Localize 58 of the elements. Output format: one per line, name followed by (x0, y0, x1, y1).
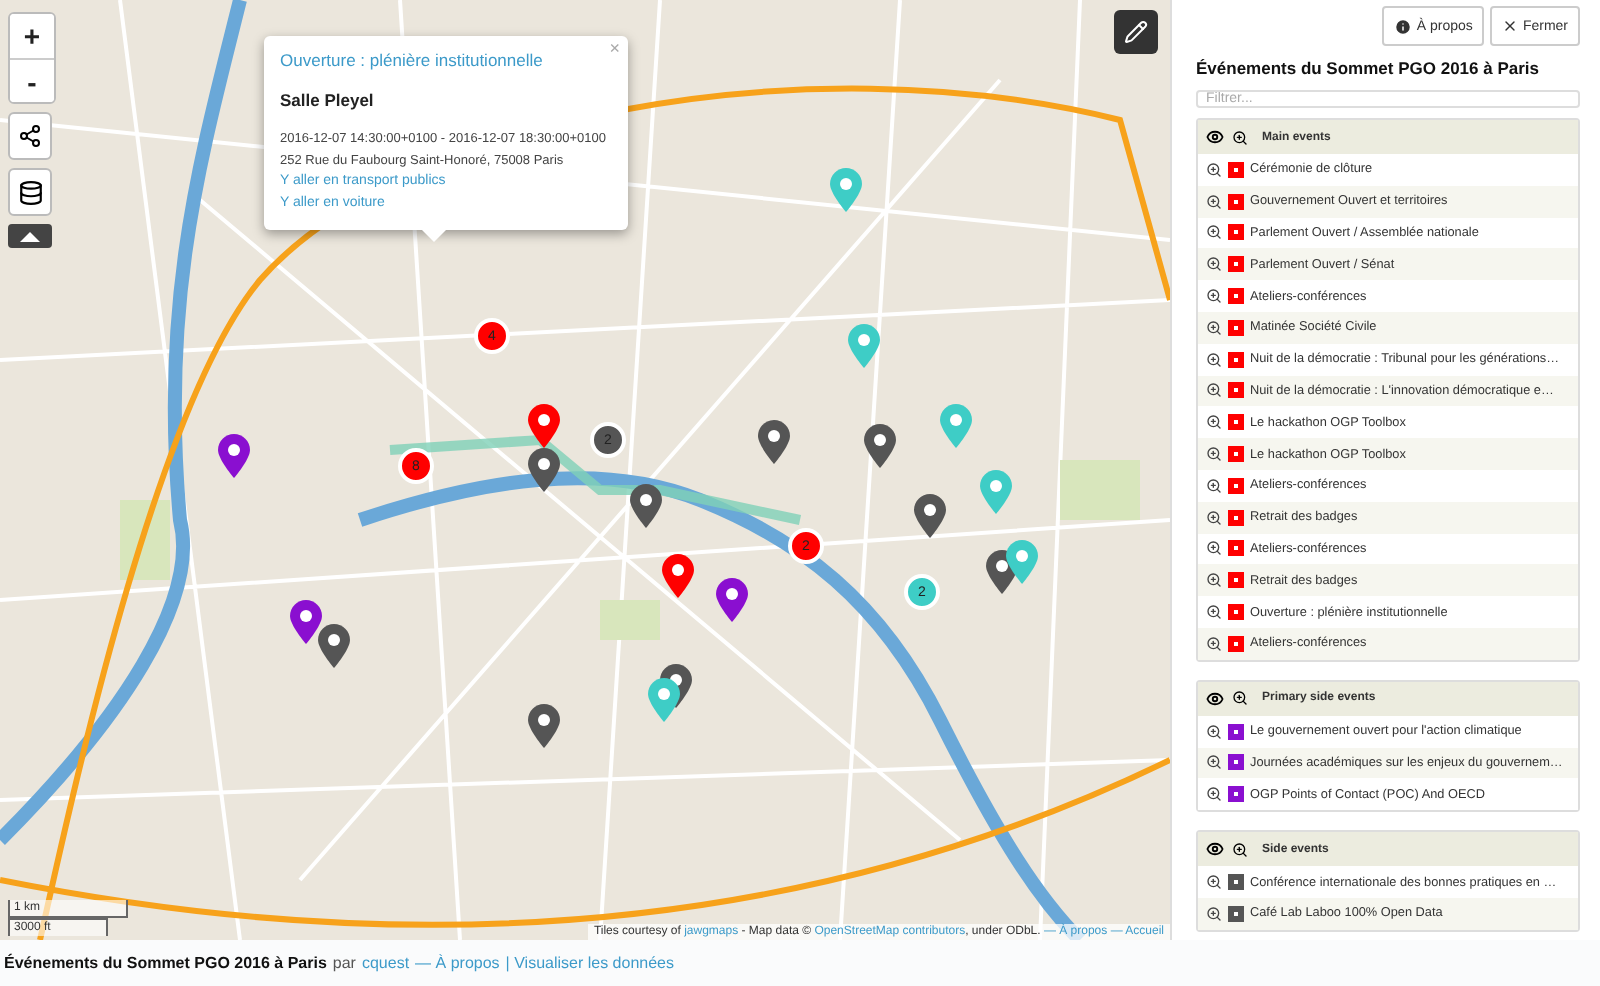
close-icon (1502, 18, 1519, 34)
zoom-icon[interactable] (1206, 604, 1222, 621)
zoom-icon[interactable] (1206, 351, 1222, 368)
zoom-icon[interactable] (1206, 382, 1222, 399)
zoom-out-button[interactable]: - (10, 58, 54, 102)
layers-button[interactable] (8, 168, 52, 216)
map-title: Événements du Sommet PGO 2016 à Paris (4, 954, 327, 972)
zoom-icon[interactable] (1206, 288, 1222, 305)
share-button[interactable] (8, 112, 52, 160)
map-pin[interactable] (662, 554, 694, 598)
zoom-icon[interactable] (1206, 161, 1222, 178)
map-pin[interactable] (648, 678, 680, 722)
park-area (600, 600, 660, 640)
zoom-icon[interactable] (1232, 690, 1248, 707)
map-pin[interactable] (914, 494, 946, 538)
zoom-icon[interactable] (1206, 256, 1222, 273)
zoom-icon[interactable] (1206, 572, 1222, 589)
eye-icon[interactable] (1206, 689, 1224, 708)
map-pin[interactable] (864, 424, 896, 468)
map-pin[interactable] (716, 578, 748, 622)
map-pin[interactable] (318, 624, 350, 668)
info-icon (1394, 17, 1413, 35)
zoom-icon[interactable] (1206, 477, 1222, 494)
layers-icon (17, 179, 43, 205)
map-pin[interactable] (630, 484, 662, 528)
zoom-icon[interactable] (1232, 129, 1248, 145)
eye-icon[interactable] (1206, 840, 1224, 859)
park-area (1060, 460, 1140, 520)
sidebar-title: Événements du Sommet PGO 2016 à Paris (1196, 58, 1541, 78)
zoom-icon[interactable] (1206, 786, 1222, 803)
zoom-icon[interactable] (1206, 224, 1222, 241)
zoom-icon[interactable] (1206, 540, 1222, 557)
zoom-icon[interactable] (1206, 635, 1222, 652)
map-pin[interactable] (528, 704, 560, 748)
venue-name: Salle Pleyel (280, 90, 376, 110)
map-pin[interactable] (218, 434, 250, 478)
zoom-icon[interactable] (1232, 841, 1248, 858)
share-icon (18, 124, 42, 148)
map-pin[interactable] (758, 420, 790, 464)
zoom-icon[interactable] (1206, 754, 1222, 771)
zoom-icon[interactable] (1206, 905, 1222, 922)
zoom-icon[interactable] (1206, 874, 1222, 891)
map-pin[interactable] (528, 448, 560, 492)
pencil-icon (1124, 20, 1148, 44)
zoom-icon[interactable] (1206, 723, 1222, 740)
map-pin[interactable] (290, 600, 322, 644)
zoom-icon[interactable] (1206, 446, 1222, 463)
map-pin[interactable] (528, 404, 560, 448)
map-pin[interactable] (1006, 540, 1038, 584)
eye-icon[interactable] (1206, 128, 1224, 146)
zoom-icon[interactable] (1206, 193, 1222, 210)
triangle-up-icon (20, 231, 40, 241)
by-label: par (332, 954, 356, 972)
zoom-icon[interactable] (1206, 509, 1222, 526)
zoom-icon[interactable] (1206, 414, 1222, 431)
zoom-icon[interactable] (1206, 319, 1222, 336)
toggle-button[interactable] (8, 224, 52, 248)
edit-button[interactable] (1114, 10, 1158, 54)
